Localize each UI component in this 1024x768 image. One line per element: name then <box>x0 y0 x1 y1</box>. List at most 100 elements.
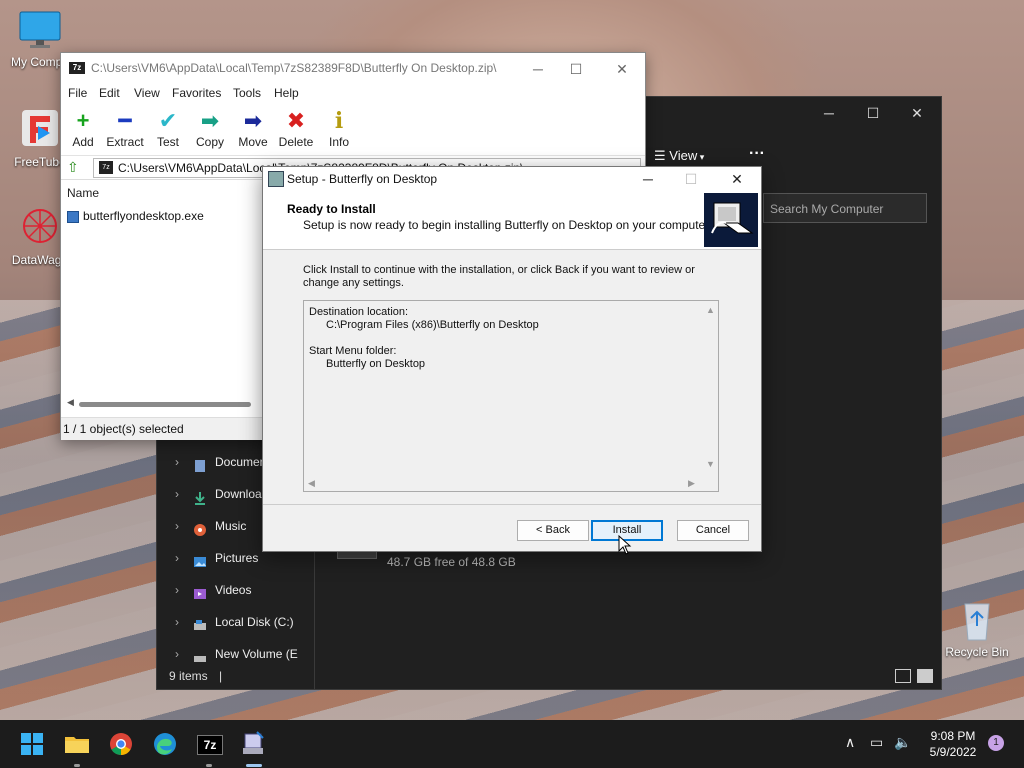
sidebar-item-new-volume[interactable]: › New Volume (E <box>157 640 307 668</box>
music-icon <box>193 519 207 536</box>
setup-header: Ready to Install Setup is now ready to b… <box>263 191 761 250</box>
memo-horizontal-scrollbar[interactable]: ◀ ▶ <box>304 475 702 491</box>
sidebar-item-videos[interactable]: › Videos <box>157 576 307 604</box>
delete-x-icon: ✖ <box>286 108 306 133</box>
scroll-left-icon[interactable]: ◀ <box>67 397 74 408</box>
close-button[interactable]: ✕ <box>609 59 635 79</box>
tiles-view-icon[interactable] <box>917 669 933 683</box>
setup-title: Setup - Butterfly on Desktop <box>287 172 438 186</box>
recycle-bin-icon <box>940 598 1014 645</box>
view-menu-button[interactable]: ☰ View ▾ <box>654 148 704 164</box>
start-button[interactable] <box>16 728 48 760</box>
scroll-left-icon[interactable]: ◀ <box>308 478 315 489</box>
documents-icon <box>193 455 207 472</box>
7zip-logo-icon: 7z <box>69 62 85 74</box>
7zip-taskbar-button[interactable]: 7z <box>193 728 225 760</box>
network-icon[interactable]: ▭ <box>870 734 883 751</box>
start-menu-value: Butterfly on Desktop <box>326 358 426 370</box>
button-separator <box>263 504 761 505</box>
minimize-button[interactable]: ─ <box>525 59 551 79</box>
scroll-down-icon[interactable]: ▼ <box>706 459 715 469</box>
test-button[interactable]: ✔ Test <box>146 107 190 149</box>
7zip-menubar: File Edit View Favorites Tools Help <box>61 83 645 103</box>
file-explorer-taskbar-button[interactable] <box>61 728 93 760</box>
running-indicator <box>206 764 212 767</box>
exe-file-icon <box>67 210 79 223</box>
minimize-button[interactable]: ─ <box>635 169 661 189</box>
notification-badge[interactable]: 1 <box>988 735 1004 751</box>
volume-icon[interactable]: 🔈 <box>894 734 911 751</box>
7zip-title: C:\Users\VM6\AppData\Local\Temp\7zS82389… <box>91 61 497 75</box>
move-button[interactable]: ➡ Move <box>231 107 275 149</box>
maximize-button: ☐ <box>684 171 698 187</box>
desktop-icon-recycle-bin[interactable]: Recycle Bin <box>940 598 1014 659</box>
chevron-right-icon: › <box>175 583 179 597</box>
menu-help[interactable]: Help <box>274 86 299 100</box>
taskbar: 7z ∧ ▭ 🔈 9:08 PM 5/9/2022 1 <box>0 720 1024 768</box>
edge-icon <box>154 733 176 755</box>
copy-arrow-icon: ➡ <box>200 108 220 133</box>
7zip-archive-icon: 7z <box>99 161 113 174</box>
memo-vertical-scrollbar[interactable]: ▲ ▼ <box>702 301 718 475</box>
scroll-thumb[interactable] <box>79 402 251 407</box>
edge-taskbar-button[interactable] <box>149 728 181 760</box>
check-icon: ✔ <box>158 108 178 133</box>
minimize-button[interactable]: ─ <box>817 103 841 123</box>
details-view-icon[interactable] <box>895 669 911 683</box>
ready-memo[interactable]: Destination location: C:\Program Files (… <box>303 300 719 492</box>
setup-taskbar-button[interactable] <box>237 728 269 760</box>
copy-button[interactable]: ➡ Copy <box>188 107 232 149</box>
file-row[interactable]: butterflyondesktop.exe <box>67 207 267 225</box>
extract-button[interactable]: ━ Extract <box>103 107 147 149</box>
horizontal-scrollbar[interactable]: ◀ <box>63 397 261 411</box>
maximize-button[interactable]: ☐ <box>861 103 885 123</box>
page-title: Ready to Install <box>287 202 376 216</box>
installer-computer-icon <box>704 193 758 247</box>
7zip-icon: 7z <box>197 735 223 755</box>
menu-edit[interactable]: Edit <box>99 86 120 100</box>
info-icon: i <box>334 108 344 134</box>
explorer-status-bar: 9 items | <box>169 669 223 683</box>
close-button[interactable]: ✕ <box>905 103 929 123</box>
windows-logo-icon <box>21 733 43 755</box>
chevron-right-icon: › <box>175 487 179 501</box>
close-button[interactable]: ✕ <box>724 169 750 189</box>
drive-icon <box>193 615 207 630</box>
setup-titlebar: Setup - Butterfly on Desktop ─ ☐ ✕ <box>263 167 761 191</box>
chevron-right-icon: › <box>175 519 179 533</box>
up-folder-icon[interactable]: ⇧ <box>67 159 79 176</box>
minus-icon: ━ <box>118 108 132 133</box>
chrome-taskbar-button[interactable] <box>105 728 137 760</box>
menu-favorites[interactable]: Favorites <box>172 86 221 100</box>
maximize-button[interactable]: ☐ <box>563 59 589 79</box>
scroll-up-icon[interactable]: ▲ <box>706 305 715 315</box>
chevron-up-icon[interactable]: ∧ <box>845 734 855 751</box>
info-button[interactable]: i Info <box>317 107 361 149</box>
back-button[interactable]: < Back <box>517 520 589 541</box>
videos-icon <box>193 583 207 599</box>
menu-view[interactable]: View <box>134 86 160 100</box>
chevron-down-icon: ▾ <box>697 152 705 162</box>
menu-tools[interactable]: Tools <box>233 86 261 100</box>
setup-dialog: Setup - Butterfly on Desktop ─ ☐ ✕ Ready… <box>262 166 762 552</box>
add-button[interactable]: + Add <box>61 107 105 149</box>
column-header-name[interactable]: Name <box>61 183 267 203</box>
scroll-right-icon[interactable]: ▶ <box>688 478 695 489</box>
chevron-right-icon: › <box>175 647 179 661</box>
more-options-button[interactable]: ··· <box>749 145 765 163</box>
menu-file[interactable]: File <box>68 86 87 100</box>
clock[interactable]: 9:08 PM 5/9/2022 <box>918 728 988 760</box>
setup-app-icon <box>268 171 284 187</box>
drive-free-space: 48.7 GB free of 48.8 GB <box>387 555 516 569</box>
delete-button[interactable]: ✖ Delete <box>274 107 318 149</box>
destination-label: Destination location: <box>309 306 409 318</box>
mouse-cursor-icon <box>618 534 632 558</box>
active-indicator <box>246 764 262 767</box>
sidebar-item-local-disk[interactable]: › Local Disk (C:) <box>157 608 307 636</box>
move-arrow-icon: ➡ <box>243 108 263 133</box>
search-input[interactable]: Search My Computer <box>763 193 927 223</box>
installer-icon <box>243 731 264 754</box>
cancel-button[interactable]: Cancel <box>677 520 749 541</box>
pictures-icon <box>193 551 207 567</box>
chrome-icon <box>110 733 132 755</box>
